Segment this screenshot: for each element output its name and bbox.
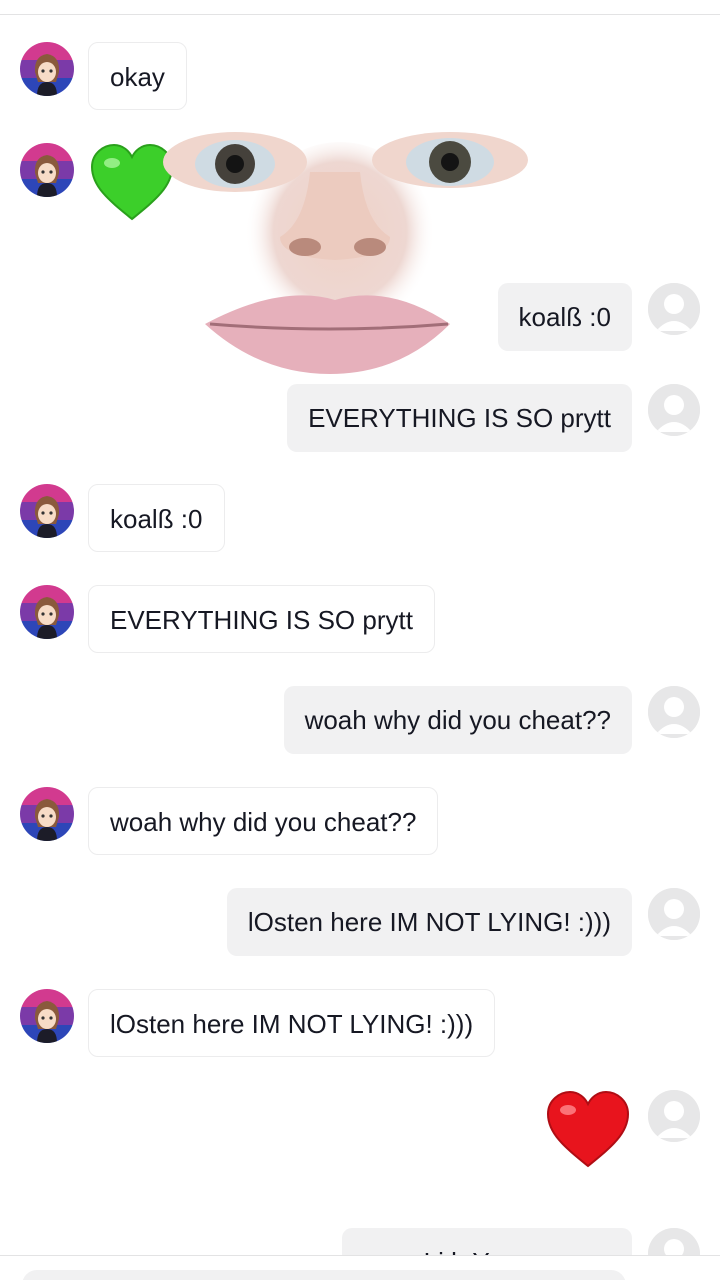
message-row: okay	[0, 42, 720, 114]
anime-avatar-icon	[20, 787, 74, 841]
contact-avatar[interactable]	[20, 585, 74, 639]
message-row: woah why did you cheat??	[0, 787, 720, 859]
anime-avatar-icon	[20, 143, 74, 197]
message-bubble-incoming[interactable]: EVERYTHING IS SO prytt	[88, 585, 435, 653]
message-bubble-incoming[interactable]: woah why did you cheat??	[88, 787, 439, 855]
message-row: EVERYTHING IS SO prytt	[0, 384, 720, 456]
contact-avatar[interactable]	[20, 42, 74, 96]
anime-avatar-icon	[20, 484, 74, 538]
default-user-icon	[648, 686, 700, 738]
my-avatar[interactable]	[648, 888, 700, 940]
message-bubble-outgoing[interactable]: lOsten here IM NOT LYING! :)))	[226, 888, 632, 956]
message-row: koalß :0	[0, 484, 720, 556]
message-row: lOsten here IM NOT LYING! :)))	[0, 989, 720, 1061]
red-heart-icon[interactable]	[546, 1090, 630, 1170]
default-user-icon	[648, 384, 700, 436]
message-row: woah why did you cheat??	[0, 686, 720, 758]
my-avatar[interactable]	[648, 384, 700, 436]
my-avatar[interactable]	[648, 1090, 700, 1142]
default-user-icon	[648, 1090, 700, 1142]
message-composer-bar	[0, 1255, 720, 1280]
message-row: EVERYTHING IS SO prytt	[0, 585, 720, 657]
message-bubble-incoming[interactable]: lOsten here IM NOT LYING! :)))	[88, 989, 496, 1057]
default-user-icon	[648, 283, 700, 335]
message-bubble-incoming[interactable]: koalß :0	[88, 484, 225, 552]
anime-avatar-icon	[20, 42, 74, 96]
default-user-icon	[648, 888, 700, 940]
contact-avatar[interactable]	[20, 989, 74, 1043]
contact-avatar[interactable]	[20, 484, 74, 538]
message-bubble-outgoing[interactable]: woah why did you cheat??	[283, 686, 632, 754]
message-row	[0, 1090, 720, 1174]
message-bubble-incoming[interactable]: okay	[88, 42, 187, 110]
contact-avatar[interactable]	[20, 143, 74, 197]
anime-avatar-icon	[20, 585, 74, 639]
anime-avatar-icon	[20, 989, 74, 1043]
message-bubble-outgoing[interactable]: koalß :0	[497, 283, 632, 351]
contact-avatar[interactable]	[20, 787, 74, 841]
message-row: koalß :0	[0, 283, 720, 355]
my-avatar[interactable]	[648, 283, 700, 335]
my-avatar[interactable]	[648, 686, 700, 738]
message-bubble-outgoing[interactable]: EVERYTHING IS SO prytt	[287, 384, 632, 452]
message-row: lOsten here IM NOT LYING! :)))	[0, 888, 720, 960]
message-input[interactable]	[22, 1270, 626, 1280]
top-divider	[0, 0, 720, 15]
